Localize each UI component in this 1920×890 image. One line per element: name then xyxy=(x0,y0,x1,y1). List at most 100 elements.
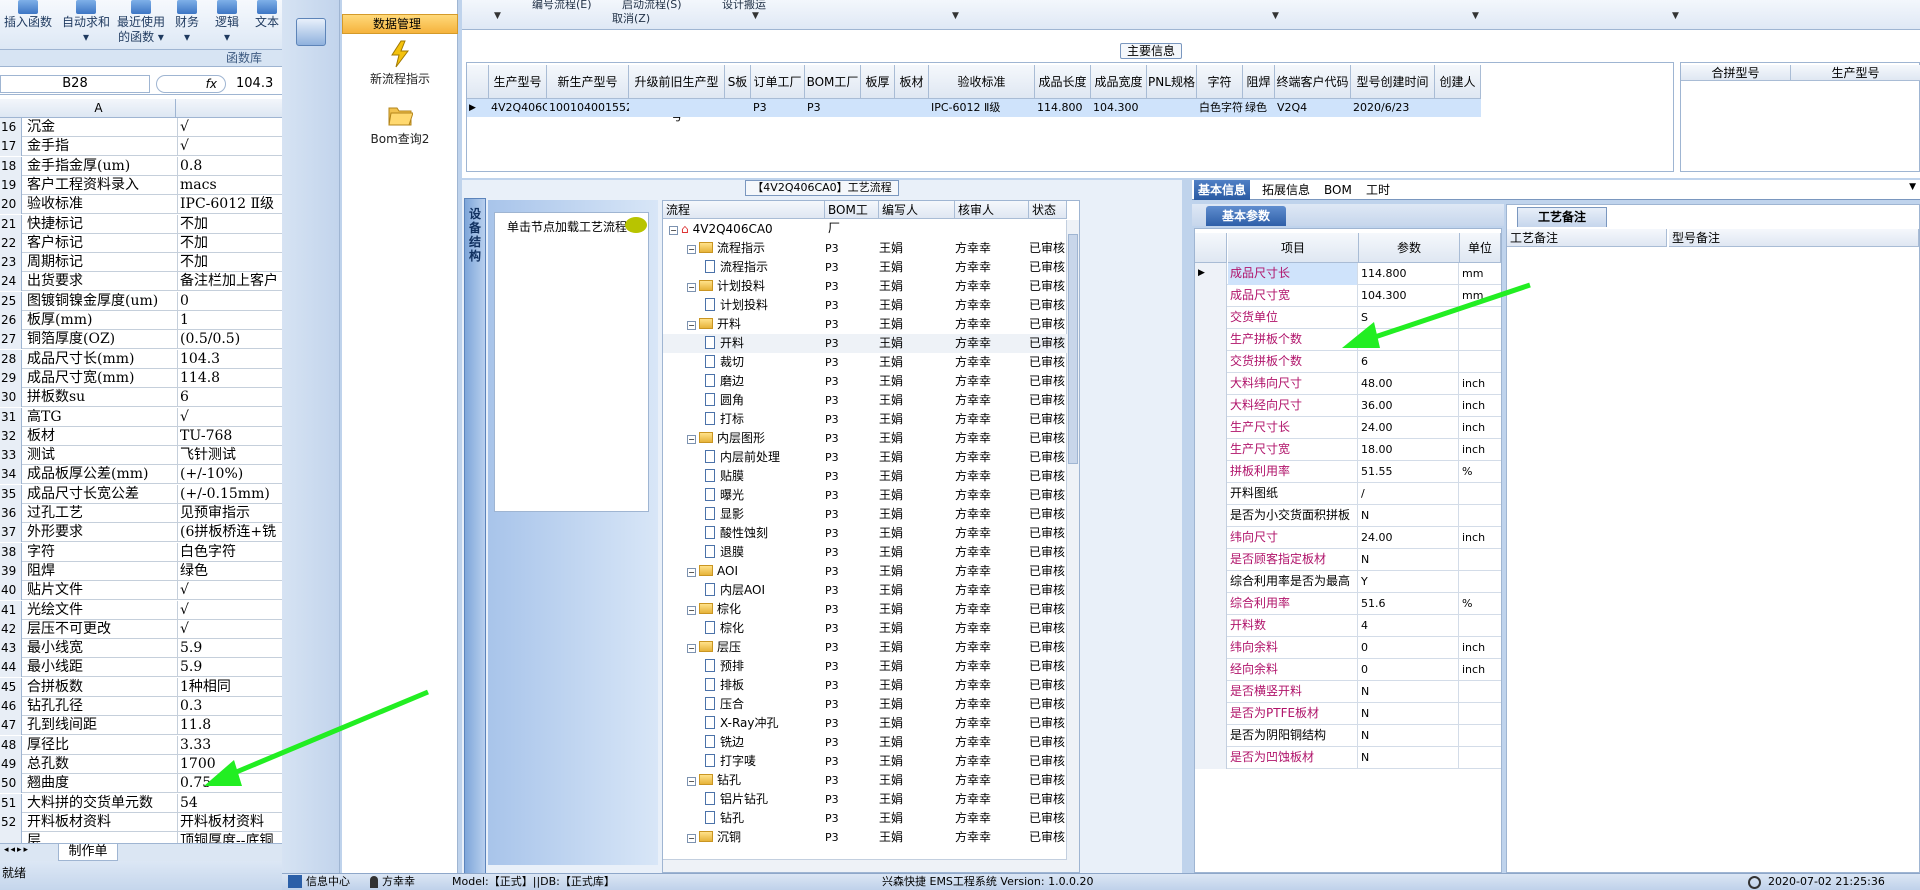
sheet-tab[interactable]: 制作单 xyxy=(58,844,118,861)
table-row[interactable]: 20 验收标准 IPC-6012 Ⅱ级 xyxy=(0,195,282,215)
table-row[interactable]: ▶ 成品尺寸长 114.800 mm xyxy=(1195,263,1501,285)
tab-basic-params[interactable]: 基本参数 xyxy=(1206,206,1286,226)
cell-b[interactable]: 54 xyxy=(177,793,282,812)
cell-a[interactable]: 大料拼的交货单元数 xyxy=(27,794,175,812)
param-value[interactable]: 114.800 xyxy=(1359,263,1459,285)
table-row[interactable]: 交货单位 S xyxy=(1195,307,1501,329)
table-row[interactable]: 49 总孔数 1700 xyxy=(0,754,282,774)
table-row[interactable]: 是否顾客指定板材 N xyxy=(1195,549,1501,571)
table-row[interactable]: 22 客户标记 不加 xyxy=(0,233,282,253)
cell-a[interactable]: 高TG xyxy=(27,408,175,426)
autosum-button[interactable]: 自动求和 ▾ xyxy=(60,0,112,45)
table-row[interactable]: 是否为PTFE板材 N xyxy=(1195,703,1501,725)
row-header[interactable] xyxy=(1195,615,1227,637)
list-item[interactable]: 钻孔 P3 王娟 方幸幸 已审核 xyxy=(663,809,1067,828)
grid-cell[interactable] xyxy=(1147,99,1197,117)
col-header[interactable]: 成品长度 xyxy=(1035,65,1091,99)
col-process-remark[interactable]: 工艺备注 xyxy=(1507,229,1667,247)
table-row[interactable]: 35 成品尺寸长宽公差 (+/-0.15mm) xyxy=(0,484,282,504)
row-header[interactable] xyxy=(1195,527,1227,549)
cell-a[interactable]: 合拼板数 xyxy=(27,678,175,696)
cell-a[interactable]: 图镀铜镍金厚度(um) xyxy=(27,292,175,310)
tree-node[interactable]: − 流程指示 xyxy=(687,239,765,258)
table-row[interactable]: 29 成品尺寸宽(mm) 114.8 xyxy=(0,368,282,388)
grid-cell[interactable] xyxy=(861,99,895,117)
row-header[interactable] xyxy=(1195,285,1227,307)
col-header[interactable]: 型号创建时间 xyxy=(1351,65,1435,99)
row-header[interactable] xyxy=(1195,593,1227,615)
collapse-icon[interactable]: − xyxy=(687,245,696,254)
row-header[interactable]: ▶ xyxy=(1195,263,1227,285)
table-row[interactable]: 38 字符 白色字符 xyxy=(0,542,282,562)
row-header[interactable] xyxy=(1195,681,1227,703)
collapse-icon[interactable]: − xyxy=(687,435,696,444)
row-number[interactable]: 16 xyxy=(0,118,22,137)
cell-b[interactable]: 3.33 xyxy=(177,735,282,754)
collapse-icon[interactable]: − xyxy=(687,321,696,330)
tree-node[interactable]: 退膜 xyxy=(705,543,744,562)
info-center-link[interactable]: 信息中心 xyxy=(306,874,350,890)
param-value[interactable]: 12 xyxy=(1359,329,1459,351)
param-value[interactable]: N xyxy=(1359,725,1459,747)
table-row[interactable]: 纬向尺寸 24.00 inch xyxy=(1195,527,1501,549)
tree-node[interactable]: 酸性蚀刻 xyxy=(705,524,768,543)
cell-b[interactable]: (6拼板桥连+铣 xyxy=(177,523,282,542)
row-header[interactable] xyxy=(1195,747,1227,769)
tree-node[interactable]: 排板 xyxy=(705,676,744,695)
tree-node[interactable]: 显影 xyxy=(705,505,744,524)
table-row[interactable]: 交货拼板个数 6 xyxy=(1195,351,1501,373)
col-header[interactable]: 阻焊 xyxy=(1243,65,1275,99)
list-item[interactable]: − ⌂ 4V2Q406CA0 xyxy=(663,220,1067,239)
cell-a[interactable]: 翘曲度 xyxy=(27,774,175,792)
col-header[interactable]: 单位 xyxy=(1460,233,1501,263)
grid-cell[interactable]: 104.300 xyxy=(1091,99,1147,117)
cell-b[interactable]: √ xyxy=(177,118,282,136)
recent-functions-button[interactable]: 最近使用 的函数 ▾ xyxy=(114,0,168,45)
row-header[interactable] xyxy=(1195,307,1227,329)
param-value[interactable]: 51.6 xyxy=(1359,593,1459,615)
row-number[interactable]: 20 xyxy=(0,195,22,215)
list-item[interactable]: − 棕化 P3 王娟 方幸幸 已审核 xyxy=(663,600,1067,619)
grid-cell[interactable] xyxy=(895,99,929,117)
cell-b[interactable]: 0.8 xyxy=(177,156,282,175)
row-number[interactable]: 45 xyxy=(0,677,22,697)
table-row[interactable]: 17 金手指 √ xyxy=(0,137,282,157)
cell-b[interactable]: 0 xyxy=(177,291,282,310)
table-row[interactable]: 大料纬向尺寸 48.00 inch xyxy=(1195,373,1501,395)
nav-bom-query[interactable]: Bom查询2 xyxy=(342,100,458,147)
table-row[interactable]: 生产尺寸宽 18.00 inch xyxy=(1195,439,1501,461)
tree-node[interactable]: − 层压 xyxy=(687,638,741,657)
row-number[interactable]: 32 xyxy=(0,426,22,446)
grid-cell[interactable] xyxy=(629,99,725,117)
param-value[interactable]: Y xyxy=(1359,571,1459,593)
formula-input[interactable]: 104.3 xyxy=(236,75,273,93)
col-header[interactable]: 板材 xyxy=(895,65,929,99)
list-item[interactable]: − 钻孔 P3 王娟 方幸幸 已审核 xyxy=(663,771,1067,790)
cell-a[interactable]: 光绘文件 xyxy=(27,601,175,619)
cell-b[interactable]: 不加 xyxy=(177,233,282,252)
cell-b[interactable]: 104.3 xyxy=(177,349,282,368)
cell-a[interactable]: 字符 xyxy=(27,543,175,561)
table-row[interactable]: 25 图镀铜镍金厚度(um) 0 xyxy=(0,291,282,311)
calculator-icon[interactable] xyxy=(296,18,326,46)
col-header[interactable]: 生产型号 xyxy=(1791,65,1920,81)
collapse-icon[interactable]: − xyxy=(687,568,696,577)
param-value[interactable]: N xyxy=(1359,703,1459,725)
list-item[interactable]: 开料 P3 王娟 方幸幸 已审核 xyxy=(663,334,1067,353)
row-header[interactable] xyxy=(1195,637,1227,659)
cell-a[interactable]: 外形要求 xyxy=(27,523,175,541)
tree-node[interactable]: 铝片钻孔 xyxy=(705,790,768,809)
list-item[interactable]: 磨边 P3 王娟 方幸幸 已审核 xyxy=(663,372,1067,391)
table-row[interactable]: 19 客户工程资料录入 macs xyxy=(0,175,282,195)
row-header[interactable] xyxy=(1195,571,1227,593)
tree-node[interactable]: 压合 xyxy=(705,695,744,714)
cell-b[interactable]: 11.8 xyxy=(177,716,282,735)
param-value[interactable]: 36.00 xyxy=(1359,395,1459,417)
tree-node[interactable]: 钻孔 xyxy=(705,809,744,828)
cell-b[interactable]: TU-768 xyxy=(177,426,282,445)
tree-col-header[interactable]: BOM工厂 xyxy=(825,201,879,235)
cell-a[interactable]: 铜箔厚度(OZ) xyxy=(27,330,175,348)
cell-a[interactable]: 过孔工艺 xyxy=(27,504,175,522)
col-header[interactable]: PNL规格 xyxy=(1147,65,1197,99)
tree-node[interactable]: 流程指示 xyxy=(705,258,768,277)
